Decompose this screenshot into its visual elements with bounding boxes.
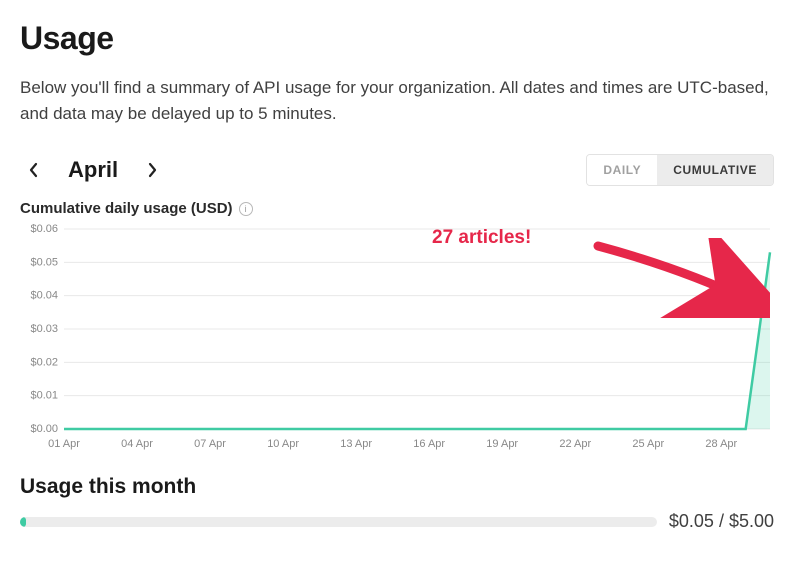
chart-title-row: Cumulative daily usage (USD) i bbox=[20, 200, 774, 217]
chart-title: Cumulative daily usage (USD) bbox=[20, 200, 233, 217]
annotation-arrow-icon bbox=[590, 238, 770, 318]
usage-progress-bar bbox=[20, 517, 657, 527]
svg-text:22 Apr: 22 Apr bbox=[559, 438, 591, 450]
svg-text:$0.01: $0.01 bbox=[30, 390, 58, 402]
next-month-button[interactable] bbox=[138, 156, 166, 184]
controls-row: April DAILY CUMULATIVE bbox=[20, 154, 774, 186]
svg-text:04 Apr: 04 Apr bbox=[121, 438, 153, 450]
svg-text:25 Apr: 25 Apr bbox=[632, 438, 664, 450]
usage-description: Below you'll find a summary of API usage… bbox=[20, 75, 774, 126]
svg-text:$0.03: $0.03 bbox=[30, 323, 58, 335]
svg-text:01 Apr: 01 Apr bbox=[48, 438, 80, 450]
svg-text:07 Apr: 07 Apr bbox=[194, 438, 226, 450]
month-navigator: April bbox=[20, 156, 166, 184]
usage-month-title: Usage this month bbox=[20, 475, 774, 499]
svg-text:$0.04: $0.04 bbox=[30, 290, 58, 302]
usage-progress-row: $0.05 / $5.00 bbox=[20, 511, 774, 532]
page-title: Usage bbox=[20, 20, 774, 57]
usage-progress-text: $0.05 / $5.00 bbox=[669, 511, 774, 532]
svg-text:$0.06: $0.06 bbox=[30, 223, 58, 235]
current-month-label: April bbox=[68, 157, 118, 183]
annotation-label: 27 articles! bbox=[432, 227, 531, 249]
chart-container: $0.00 $0.01 $0.02 $0.03 $0.04 $0.05 $0.06 01 Ap… bbox=[20, 223, 774, 453]
svg-text:$0.05: $0.05 bbox=[30, 256, 58, 268]
svg-text:$0.02: $0.02 bbox=[30, 356, 58, 368]
toggle-cumulative-button[interactable]: CUMULATIVE bbox=[657, 155, 773, 185]
svg-text:28 Apr: 28 Apr bbox=[705, 438, 737, 450]
svg-text:13 Apr: 13 Apr bbox=[340, 438, 372, 450]
svg-text:$0.00: $0.00 bbox=[30, 423, 58, 435]
toggle-daily-button[interactable]: DAILY bbox=[587, 155, 657, 185]
prev-month-button[interactable] bbox=[20, 156, 48, 184]
svg-text:19 Apr: 19 Apr bbox=[486, 438, 518, 450]
svg-text:10 Apr: 10 Apr bbox=[267, 438, 299, 450]
info-icon[interactable]: i bbox=[239, 202, 253, 216]
usage-separator: / bbox=[714, 511, 729, 531]
usage-progress-fill bbox=[20, 517, 26, 527]
view-toggle: DAILY CUMULATIVE bbox=[586, 154, 774, 186]
svg-text:16 Apr: 16 Apr bbox=[413, 438, 445, 450]
chevron-right-icon bbox=[147, 162, 157, 178]
chevron-left-icon bbox=[29, 162, 39, 178]
usage-current: $0.05 bbox=[669, 511, 714, 531]
usage-limit: $5.00 bbox=[729, 511, 774, 531]
